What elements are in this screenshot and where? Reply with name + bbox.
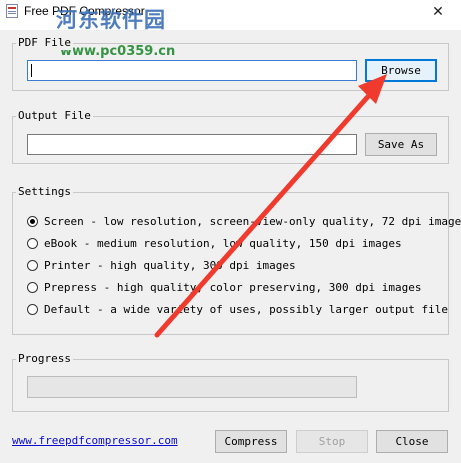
radio-option-prepress[interactable]: Prepress - high quality, color preservin… <box>27 279 422 295</box>
pdf-file-legend: PDF File <box>16 36 73 50</box>
pdf-file-input[interactable] <box>27 60 357 81</box>
watermark-title: 河东软件园 <box>56 8 166 32</box>
browse-button[interactable]: Browse <box>365 59 437 82</box>
settings-legend: Settings <box>16 185 73 199</box>
radio-label: Printer - high quality, 300 dpi images <box>44 258 296 272</box>
radio-option-ebook[interactable]: eBook - medium resolution, low quality, … <box>27 235 402 251</box>
radio-button[interactable] <box>27 303 38 315</box>
pdf-app-icon <box>6 4 18 18</box>
radio-option-default[interactable]: Default - a wide variety of uses, possib… <box>27 301 448 317</box>
output-file-legend: Output File <box>16 109 93 123</box>
radio-button[interactable] <box>27 259 38 271</box>
close-button[interactable]: Close <box>376 430 448 453</box>
compress-button[interactable]: Compress <box>215 430 287 453</box>
radio-label: Screen - low resolution, screen-view-onl… <box>44 214 461 228</box>
radio-button[interactable] <box>27 215 38 227</box>
progress-bar <box>27 376 357 398</box>
close-window-icon[interactable]: ✕ <box>427 1 449 23</box>
radio-option-screen[interactable]: Screen - low resolution, screen-view-onl… <box>27 213 461 229</box>
radio-label: eBook - medium resolution, low quality, … <box>44 236 402 250</box>
output-file-input[interactable] <box>27 134 357 155</box>
progress-legend: Progress <box>16 352 73 366</box>
website-link[interactable]: www.freepdfcompressor.com <box>12 434 178 447</box>
radio-label: Default - a wide variety of uses, possib… <box>44 302 448 316</box>
text-caret <box>31 64 32 77</box>
radio-button[interactable] <box>27 237 38 249</box>
radio-button[interactable] <box>27 281 38 293</box>
save-as-button[interactable]: Save As <box>365 133 437 156</box>
settings-group: Settings Screen - low resolution, screen… <box>12 185 461 335</box>
radio-label: Prepress - high quality, color preservin… <box>44 280 422 294</box>
radio-option-printer[interactable]: Printer - high quality, 300 dpi images <box>27 257 296 273</box>
stop-button: Stop <box>296 430 368 453</box>
